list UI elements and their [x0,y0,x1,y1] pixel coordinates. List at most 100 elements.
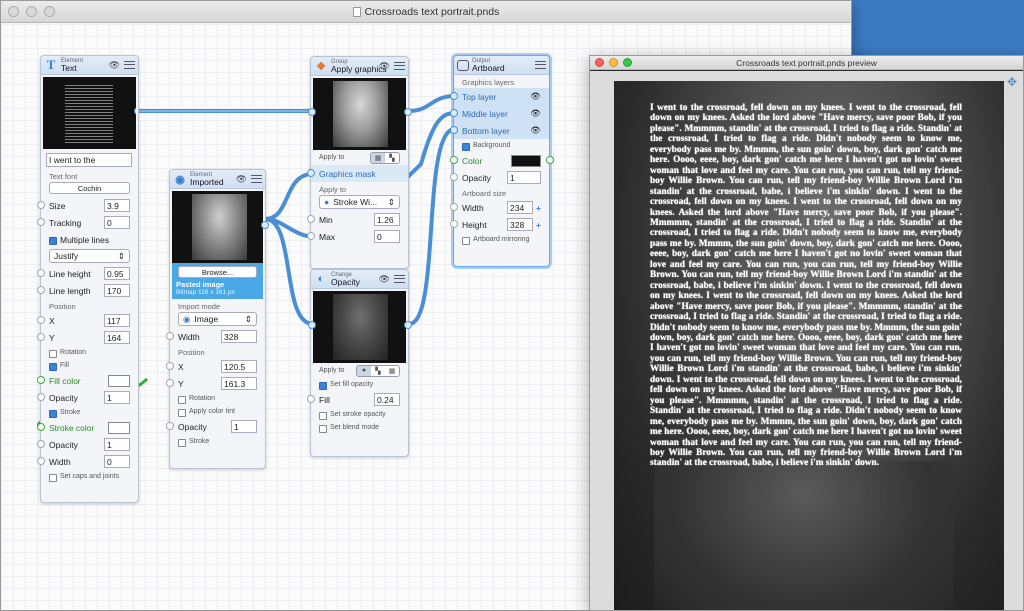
justify-select[interactable]: Justify ⇕ [49,249,130,263]
bg-color-port[interactable] [450,156,458,164]
min-field[interactable]: 1.26 [374,213,400,226]
top-layer-row[interactable]: Top layer 👁 [450,88,549,105]
width-port[interactable] [450,203,458,211]
group-input-port[interactable] [308,108,316,116]
visibility-eye-icon[interactable]: 👁 [530,125,541,136]
stroke-row[interactable]: Stroke [41,406,138,419]
fill-opacity-port[interactable] [307,395,315,403]
node-menu-icon[interactable] [535,61,546,69]
line-height-port[interactable] [37,269,45,277]
close-button[interactable] [595,58,604,67]
opacity-input-port[interactable] [308,321,316,329]
opacity-port[interactable] [450,173,458,181]
group-node-header[interactable]: ❖ Group Apply graphics 👁 [311,57,408,76]
y-port[interactable] [37,333,45,341]
x-port[interactable] [166,362,174,370]
plus-icon[interactable]: + [536,203,541,213]
preview-stage[interactable]: ✥ I went to the crossroad, fell down on … [590,71,1023,610]
apply-to-toggle[interactable]: ▦ ▚ [370,151,400,164]
visibility-eye-icon[interactable]: 👁 [530,91,541,102]
close-button[interactable] [8,6,19,17]
rotation-row[interactable]: Rotation [41,346,138,359]
min-port[interactable] [307,215,315,223]
size-input-port[interactable] [37,201,45,209]
bg-color-swatch[interactable] [511,154,541,167]
artboard-output-node[interactable]: Output Artboard Graphics layers Top laye… [450,55,554,267]
rotation-checkbox[interactable] [178,395,186,404]
graphics-mask-port[interactable] [307,169,315,177]
bottom-layer-port[interactable] [450,126,458,134]
background-checkbox[interactable] [462,142,470,151]
tracking-input-port[interactable] [37,218,45,226]
fill-color-swatch[interactable] [108,374,130,387]
x-port[interactable] [37,316,45,324]
rotation-checkbox[interactable] [49,349,57,358]
color-tint-checkbox[interactable] [178,408,186,417]
node-menu-icon[interactable] [394,62,405,70]
set-blend-mode-row[interactable]: Set blend mode [311,421,408,434]
opacity-field[interactable]: 1 [104,391,130,404]
text-node-header[interactable]: T Element Text 👁 [41,56,138,75]
stroke-width-select[interactable]: ● Stroke Wi... ⇕ [319,195,400,209]
imported-node[interactable]: ◉ Element Imported 👁 Browse... Pasted im… [166,169,269,469]
stroke-checkbox[interactable] [178,438,186,447]
set-fill-opacity-checkbox[interactable] [319,381,327,390]
opacity-field[interactable]: 1 [231,420,257,433]
stroke-checkbox[interactable] [49,409,57,418]
bottom-layer-row[interactable]: Bottom layer 👁 [450,122,549,139]
font-picker-button[interactable]: Cochin [49,182,130,194]
set-stroke-opacity-checkbox[interactable] [319,411,327,420]
max-field[interactable]: 0 [374,230,400,243]
bg-color-out-port[interactable] [546,156,554,164]
set-fill-opacity-row[interactable]: Set fill opacity [311,378,408,391]
zoom-button[interactable] [623,58,632,67]
node-menu-icon[interactable] [124,61,135,69]
import-mode-select[interactable]: ◉ Image ⇕ [178,312,257,326]
group-node[interactable]: ❖ Group Apply graphics 👁 Apply to ▦ ▚ Gr… [307,56,412,269]
plus-icon[interactable]: + [536,220,541,230]
move-crosshair-icon[interactable]: ✥ [1007,75,1017,89]
y-field[interactable]: 164 [104,331,130,344]
y-port[interactable] [166,379,174,387]
size-field[interactable]: 3.9 [104,199,130,212]
line-length-port[interactable] [37,286,45,294]
set-blend-mode-checkbox[interactable] [319,424,327,433]
stroke-width-port[interactable] [37,457,45,465]
grid-some-icon[interactable]: ▚ [371,365,385,376]
minimize-button[interactable] [609,58,618,67]
multiple-lines-row[interactable]: Multiple lines [41,231,138,248]
browse-button[interactable]: Browse... [178,266,257,278]
line-length-field[interactable]: 170 [104,284,130,297]
stroke-opacity-port[interactable] [37,440,45,448]
opacity-change-node[interactable]: ◐ Change Opacity 👁 Apply to ● ▚ ▦ Set fi… [307,269,412,457]
background-row[interactable]: Background [454,139,549,152]
text-node[interactable]: T Element Text 👁 I went to the Text font… [37,55,139,503]
node-menu-icon[interactable] [394,275,405,283]
opacity-port[interactable] [37,393,45,401]
grid-none-icon[interactable]: ▦ [385,365,399,376]
text-content-field[interactable]: I went to the [46,153,132,167]
grid-all-icon[interactable]: ▦ [371,152,385,163]
imported-stroke-row[interactable]: Stroke [170,435,265,448]
height-field[interactable]: 328 [507,218,534,231]
line-height-field[interactable]: 0.95 [104,267,130,280]
middle-layer-port[interactable] [450,109,458,117]
imported-node-header[interactable]: ◉ Element Imported 👁 [170,170,265,189]
grid-some-icon[interactable]: ▚ [385,152,399,163]
artboard-mirroring-checkbox[interactable] [462,236,470,245]
minimize-button[interactable] [26,6,37,17]
wire-group-to-top-layer[interactable] [408,94,456,113]
group-output-port[interactable] [404,108,412,116]
visibility-eye-icon[interactable]: 👁 [379,61,390,72]
set-caps-row[interactable]: Set caps and joints [41,470,138,483]
top-layer-port[interactable] [450,92,458,100]
x-field[interactable]: 117 [104,314,130,327]
width-field[interactable]: 234 [507,201,534,214]
artboard-mirroring-row[interactable]: Artboard mirroring [454,233,549,246]
stroke-color-port[interactable] [37,423,45,431]
opacity-node-header[interactable]: ◐ Change Opacity 👁 [311,270,408,289]
imported-output-port[interactable] [261,221,269,229]
opacity-port[interactable] [166,422,174,430]
fill-row[interactable]: Fill [41,359,138,372]
zoom-button[interactable] [44,6,55,17]
